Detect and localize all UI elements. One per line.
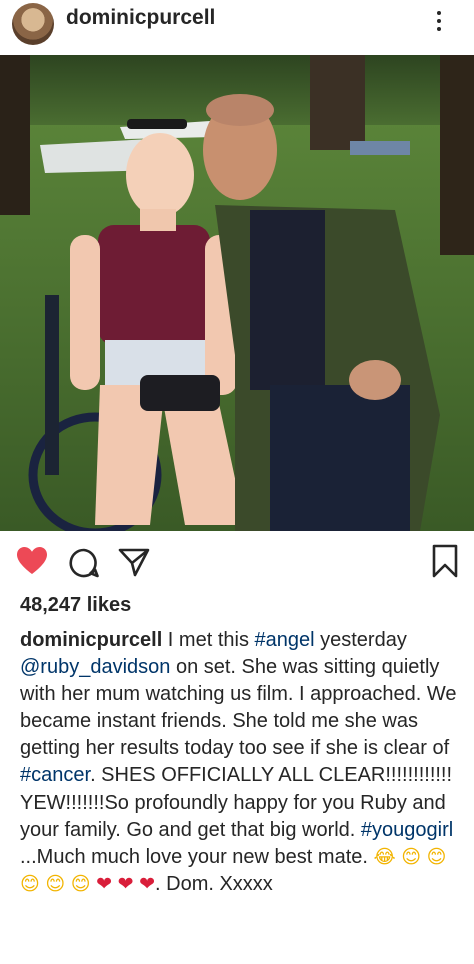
emoji-heart: ❤ (117, 872, 134, 895)
share-icon[interactable] (118, 547, 150, 582)
emoji-laughing: 😂 (373, 845, 396, 868)
likes-count[interactable]: 48,247 likes (20, 594, 131, 617)
photo-illustration (0, 55, 474, 531)
more-options-icon[interactable] (432, 8, 446, 34)
mention-ruby-davidson[interactable]: @ruby_davidson (20, 656, 170, 678)
caption-text: I met this (162, 629, 255, 651)
hashtag-yougogirl[interactable]: #yougogirl (361, 819, 453, 841)
emoji-smiling: 😊 (20, 872, 40, 895)
hashtag-angel[interactable]: #angel (255, 629, 315, 651)
hashtag-cancer[interactable]: #cancer (20, 764, 90, 786)
emoji-smiling: 😊 (401, 845, 422, 868)
caption-text: yesterday (314, 629, 407, 651)
post-header: dominicpurcell (0, 0, 474, 52)
emoji-smiling: 😊 (70, 872, 91, 895)
action-bar (0, 540, 474, 586)
avatar[interactable] (12, 3, 54, 45)
caption-username[interactable]: dominicpurcell (20, 629, 162, 651)
emoji-heart: ❤ (139, 872, 156, 895)
post-photo[interactable] (0, 55, 474, 531)
comment-icon[interactable] (68, 547, 100, 584)
post-caption: dominicpurcell I met this #angel yesterd… (20, 627, 464, 898)
caption-text: ...Much much love your new best mate. (20, 845, 374, 868)
caption-text: . Dom. Xxxxx (155, 872, 273, 895)
bookmark-icon[interactable] (432, 544, 458, 583)
emoji-smiling: 😊 (426, 845, 447, 868)
emoji-smiling: 😊 (45, 872, 66, 895)
post-username[interactable]: dominicpurcell (66, 6, 215, 30)
heart-icon[interactable] (16, 546, 48, 581)
emoji-heart: ❤ (96, 872, 113, 895)
